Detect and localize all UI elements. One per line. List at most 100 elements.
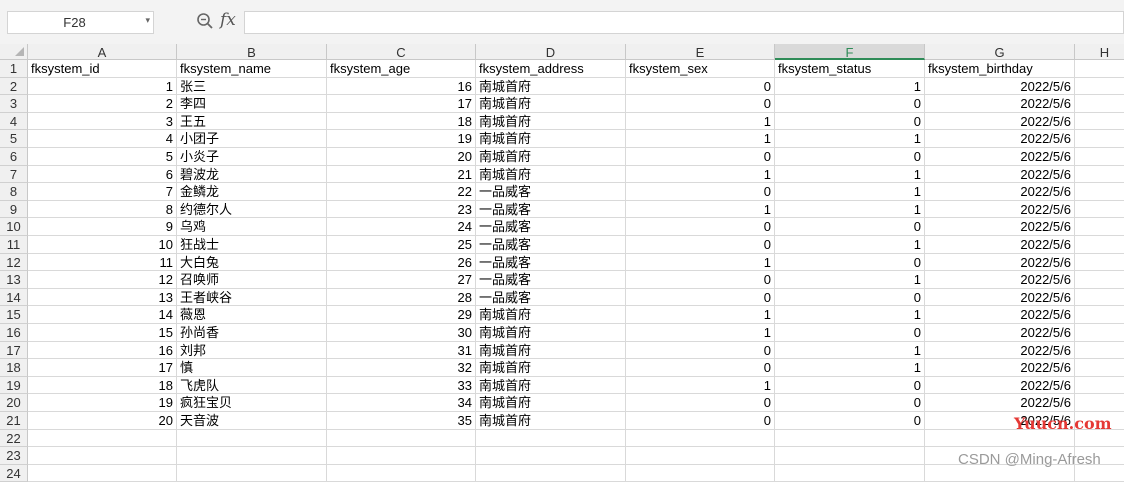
row-header[interactable]: 20 [0,394,28,412]
column-title-cell[interactable]: fksystem_sex [626,60,775,78]
cell[interactable] [327,465,476,482]
cell[interactable] [177,447,327,465]
cell[interactable]: 2022/5/6 [925,78,1075,95]
cell[interactable]: 12 [28,271,177,289]
cell[interactable] [1075,342,1124,359]
cell[interactable] [1075,166,1124,183]
cell[interactable]: 5 [28,148,177,166]
row-header[interactable]: 9 [0,201,28,218]
cell[interactable]: 天音波 [177,412,327,430]
cell[interactable]: 9 [28,218,177,236]
cell[interactable]: 南城首府 [476,394,626,412]
function-icon[interactable]: fx [220,10,236,30]
cell[interactable]: 16 [327,78,476,95]
cell[interactable]: 南城首府 [476,412,626,430]
cell[interactable]: 35 [327,412,476,430]
cell[interactable]: 南城首府 [476,306,626,324]
cell[interactable]: 0 [775,394,925,412]
cell[interactable]: 飞虎队 [177,377,327,394]
cell[interactable] [327,447,476,465]
cell[interactable]: 2022/5/6 [925,218,1075,236]
cell[interactable] [1075,306,1124,324]
cell[interactable]: 约德尔人 [177,201,327,218]
cell[interactable]: 1 [775,271,925,289]
cell[interactable]: 11 [28,254,177,271]
cell[interactable]: 南城首府 [476,148,626,166]
cell[interactable] [626,465,775,482]
cell[interactable]: 17 [28,359,177,377]
cell[interactable]: 薇恩 [177,306,327,324]
cell[interactable] [28,465,177,482]
cell[interactable]: 1 [775,201,925,218]
cell[interactable]: 1 [626,130,775,148]
cell[interactable] [1075,130,1124,148]
cell[interactable]: 召唤师 [177,271,327,289]
select-all-corner[interactable] [0,44,28,60]
cell[interactable]: 0 [775,148,925,166]
cell[interactable]: 19 [28,394,177,412]
cell[interactable]: 1 [775,306,925,324]
cell[interactable]: 1 [775,130,925,148]
cell[interactable]: 0 [775,324,925,342]
column-title-cell[interactable]: fksystem_status [775,60,925,78]
cell[interactable]: 1 [626,201,775,218]
cell[interactable]: 6 [28,166,177,183]
cell[interactable] [775,430,925,447]
cell[interactable]: 疯狂宝贝 [177,394,327,412]
cell[interactable]: 32 [327,359,476,377]
cell[interactable] [28,447,177,465]
cell[interactable]: 23 [327,201,476,218]
cell[interactable]: 1 [626,113,775,130]
cell[interactable] [626,447,775,465]
cell[interactable] [327,430,476,447]
cell[interactable]: 26 [327,254,476,271]
column-header-d[interactable]: D [476,44,626,60]
cell[interactable]: 王五 [177,113,327,130]
cell[interactable]: 0 [775,254,925,271]
cell[interactable]: 29 [327,306,476,324]
cell[interactable]: 慎 [177,359,327,377]
column-title-cell[interactable]: fksystem_name [177,60,327,78]
column-header-b[interactable]: B [177,44,327,60]
cell[interactable]: 27 [327,271,476,289]
formula-input[interactable] [244,11,1124,34]
cell[interactable]: 0 [626,359,775,377]
cell[interactable]: 大白兔 [177,254,327,271]
cell[interactable]: 孙尚香 [177,324,327,342]
cell[interactable]: 10 [28,236,177,254]
cell[interactable]: 1 [626,377,775,394]
cell[interactable]: 2022/5/6 [925,306,1075,324]
cell[interactable]: 4 [28,130,177,148]
cell[interactable]: 2022/5/6 [925,254,1075,271]
cell[interactable] [28,430,177,447]
cell[interactable] [1075,218,1124,236]
cell[interactable]: 18 [28,377,177,394]
cell[interactable]: 25 [327,236,476,254]
cell[interactable] [1075,60,1124,78]
cell[interactable]: 1 [775,183,925,201]
row-header[interactable]: 17 [0,342,28,359]
cell[interactable]: 1 [626,306,775,324]
cell[interactable]: 2022/5/6 [925,183,1075,201]
cell[interactable]: 一品威客 [476,236,626,254]
row-header[interactable]: 24 [0,465,28,482]
row-header[interactable]: 4 [0,113,28,130]
cell[interactable]: 13 [28,289,177,306]
column-header-f[interactable]: F [775,44,925,60]
cell[interactable]: 一品威客 [476,183,626,201]
cell[interactable]: 18 [327,113,476,130]
row-header[interactable]: 2 [0,78,28,95]
row-header[interactable]: 21 [0,412,28,430]
row-header[interactable]: 6 [0,148,28,166]
cell[interactable]: 20 [327,148,476,166]
cell[interactable]: 1 [626,254,775,271]
cell[interactable] [1075,183,1124,201]
cell[interactable]: 28 [327,289,476,306]
cell[interactable]: 20 [28,412,177,430]
cell[interactable]: 2022/5/6 [925,130,1075,148]
cell[interactable] [1075,377,1124,394]
cell[interactable]: 0 [626,394,775,412]
cell[interactable]: 小炎子 [177,148,327,166]
cell[interactable]: 1 [626,166,775,183]
cell[interactable]: 南城首府 [476,130,626,148]
